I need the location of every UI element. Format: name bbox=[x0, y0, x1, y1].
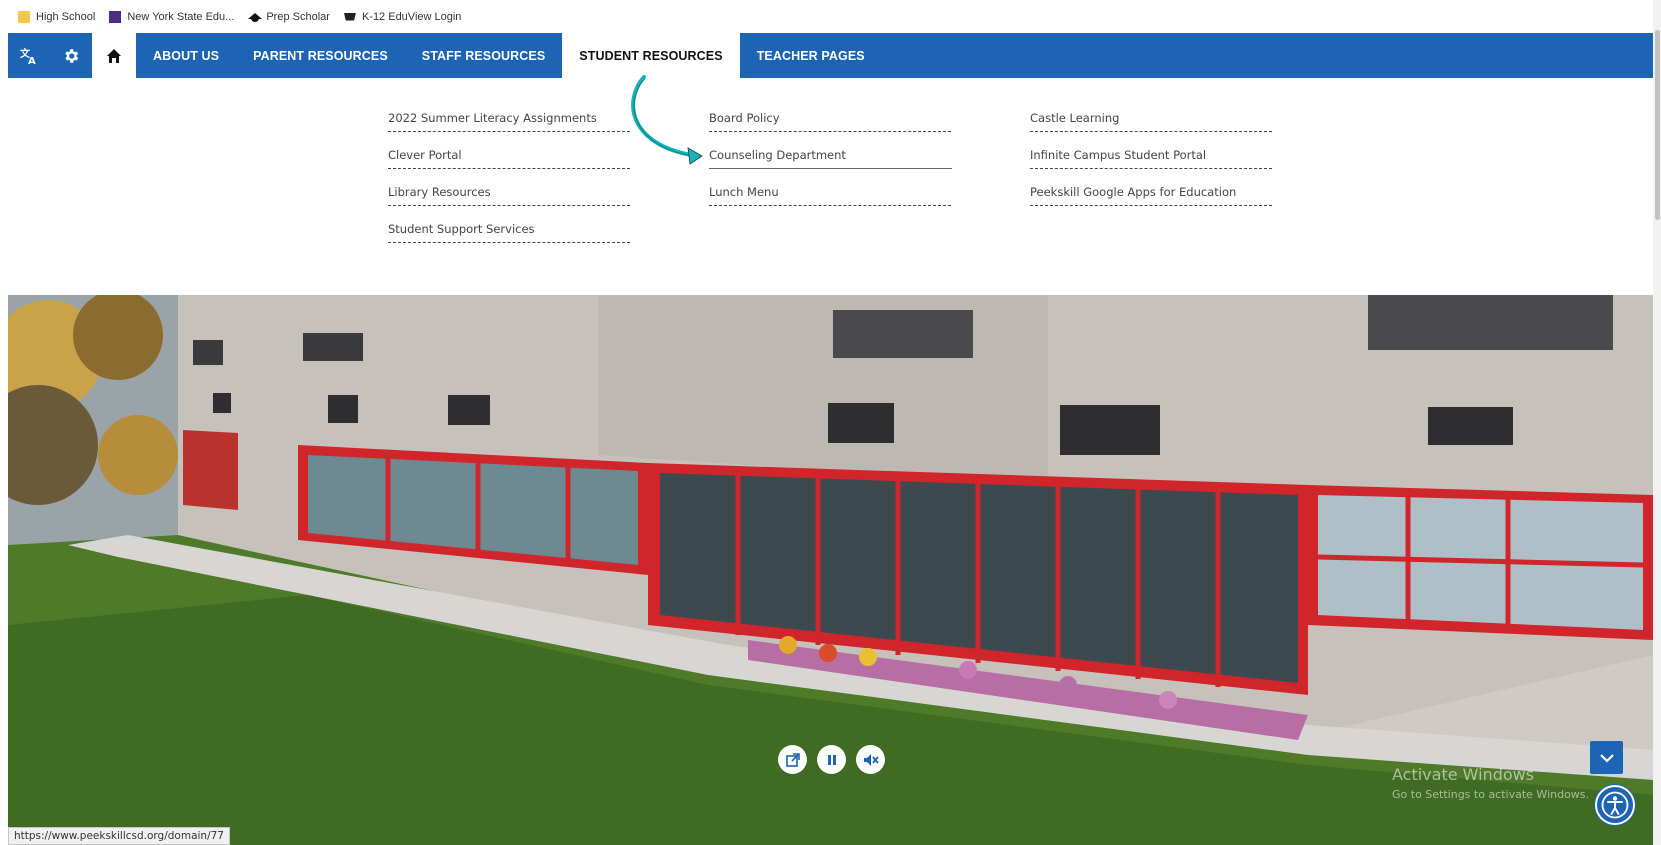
bookmark-label: High School bbox=[36, 10, 96, 23]
bookmark-label: K-12 EduView Login bbox=[361, 10, 462, 23]
watermark-title: Activate Windows bbox=[1392, 765, 1535, 784]
watermark-subtitle: Go to Settings to activate Windows. bbox=[1392, 788, 1590, 801]
bookmark-label: New York State Edu... bbox=[127, 10, 235, 23]
settings-button[interactable] bbox=[50, 33, 92, 78]
home-icon bbox=[107, 48, 121, 63]
gear-icon bbox=[65, 48, 79, 63]
windows-activation-watermark: Activate Windows Go to Settings to activ… bbox=[1392, 765, 1589, 801]
browser-page: High School New York State Edu... Prep S… bbox=[0, 0, 1661, 845]
bookmark-k12-eduview[interactable]: K-12 EduView Login bbox=[344, 11, 461, 23]
link-student-support-services[interactable]: Student Support Services bbox=[388, 219, 630, 243]
link-summer-literacy[interactable]: 2022 Summer Literacy Assignments bbox=[388, 108, 630, 132]
bookmark-label: Prep Scholar bbox=[266, 10, 330, 23]
nysed-logo-icon bbox=[109, 10, 122, 23]
bookmark-nysed[interactable]: New York State Edu... bbox=[109, 10, 235, 23]
open-video-button[interactable] bbox=[778, 745, 807, 774]
link-counseling-department[interactable]: Counseling Department bbox=[709, 145, 952, 169]
collapse-button[interactable] bbox=[1590, 741, 1623, 774]
translate-button[interactable]: 文 A bbox=[8, 33, 50, 78]
video-controls bbox=[778, 745, 885, 774]
k12-icon bbox=[344, 11, 356, 23]
main-nav: 文 A ABOUT US PARENT RESOURCES STAFF RESO… bbox=[8, 33, 1653, 78]
link-clever-portal[interactable]: Clever Portal bbox=[388, 145, 630, 169]
bookmarks-bar: High School New York State Edu... Prep S… bbox=[0, 0, 1661, 33]
pause-icon bbox=[827, 754, 836, 765]
scrollbar-thumb[interactable] bbox=[1655, 30, 1660, 220]
svg-text:A: A bbox=[28, 56, 36, 66]
accessibility-button[interactable] bbox=[1595, 785, 1635, 825]
bookmark-high-school[interactable]: High School bbox=[18, 10, 96, 23]
student-resources-dropdown: 2022 Summer Literacy Assignments Clever … bbox=[8, 78, 1653, 295]
status-bar-url: https://www.peekskillcsd.org/domain/77 bbox=[8, 827, 230, 845]
home-button[interactable] bbox=[92, 33, 136, 78]
pause-button[interactable] bbox=[817, 745, 846, 774]
chevron-down-icon bbox=[1599, 753, 1614, 763]
nav-staff-resources[interactable]: STAFF RESOURCES bbox=[405, 33, 563, 78]
link-infinite-campus[interactable]: Infinite Campus Student Portal bbox=[1030, 145, 1272, 169]
mute-icon bbox=[863, 753, 879, 766]
link-lunch-menu[interactable]: Lunch Menu bbox=[709, 182, 951, 206]
nav-parent-resources[interactable]: PARENT RESOURCES bbox=[236, 33, 405, 78]
external-link-icon bbox=[785, 752, 800, 767]
graduation-cap-icon bbox=[248, 11, 263, 23]
annotation-arrow-icon bbox=[631, 75, 703, 165]
nav-teacher-pages[interactable]: TEACHER PAGES bbox=[740, 33, 882, 78]
folder-icon bbox=[18, 10, 30, 23]
link-castle-learning[interactable]: Castle Learning bbox=[1030, 108, 1272, 132]
link-board-policy[interactable]: Board Policy bbox=[709, 108, 951, 132]
accessibility-icon bbox=[1601, 791, 1629, 819]
link-library-resources[interactable]: Library Resources bbox=[388, 182, 630, 206]
link-google-apps[interactable]: Peekskill Google Apps for Education bbox=[1030, 182, 1272, 206]
nav-about-us[interactable]: ABOUT US bbox=[136, 33, 236, 78]
translate-icon: 文 A bbox=[20, 47, 36, 66]
bookmark-prep-scholar[interactable]: Prep Scholar bbox=[248, 11, 330, 23]
mute-button[interactable] bbox=[856, 745, 885, 774]
